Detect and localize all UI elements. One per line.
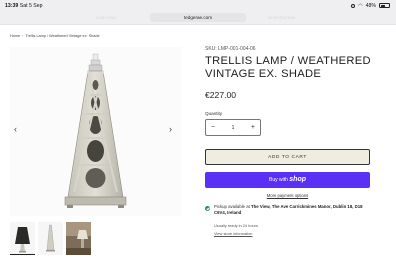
quantity-label: Quantity — [205, 111, 223, 116]
nav-ghost-2: INSPIRATION — [268, 15, 296, 20]
buy-with-shop-button[interactable]: Buy with shop — [205, 172, 370, 188]
nav-ghost-1: LIGHTING — [96, 15, 117, 20]
location-icon — [351, 3, 356, 8]
thumbnail-3[interactable] — [66, 222, 91, 255]
quantity-input[interactable]: 1 — [232, 125, 235, 131]
product-main-image[interactable] — [10, 47, 181, 216]
battery-percent: 48% — [365, 2, 376, 9]
lamp-image — [64, 53, 127, 208]
breadcrumb-separator: › — [22, 34, 24, 38]
browser-url-bar: LIGHTING tedgerae.com INSPIRATION — [0, 11, 396, 25]
add-to-cart-button[interactable]: ADD TO CART — [205, 149, 370, 165]
thumbnail-1[interactable] — [10, 222, 35, 255]
thumbnail-strip — [10, 222, 91, 255]
pickup-prefix: Pickup available at — [214, 204, 250, 209]
wifi-icon: ◠ — [358, 2, 363, 9]
gallery-next-arrow[interactable]: › — [169, 125, 172, 134]
store-info-link[interactable]: View store information — [214, 231, 252, 236]
battery-icon — [379, 3, 390, 9]
pickup-text: Pickup available at The View, The Ave Ca… — [214, 204, 372, 216]
product-title: TRELLIS LAMP / WEATHERED VINTAGE EX. SHA… — [205, 55, 371, 80]
product-price: €227.00 — [205, 90, 237, 100]
buy-with-label: Buy with — [268, 177, 288, 183]
more-payment-options-link[interactable]: More payment options — [205, 193, 370, 198]
quantity-decrease-button[interactable]: − — [211, 124, 215, 131]
thumbnail-2[interactable] — [38, 222, 63, 255]
status-right: ◠ 48% — [351, 3, 390, 9]
breadcrumb-home[interactable]: Home — [10, 34, 20, 38]
check-icon — [205, 206, 210, 211]
quantity-increase-button[interactable]: + — [251, 124, 255, 131]
breadcrumb-current: Trellis Lamp / Weathered Vintage ex. Sha… — [25, 34, 100, 38]
gallery-prev-arrow[interactable]: ‹ — [14, 125, 17, 134]
breadcrumb: Home › Trellis Lamp / Weathered Vintage ex… — [10, 34, 100, 38]
status-time: 13:39 Sat 5 Sep — [5, 3, 43, 9]
quantity-stepper: − 1 + — [205, 119, 261, 136]
pickup-ready-time: Usually ready in 24 hours — [214, 223, 258, 228]
product-sku: SKU: LMP-001-004-06 — [205, 46, 256, 52]
status-bar: 13:39 Sat 5 Sep ◠ 48% — [0, 0, 396, 11]
shop-logo: shop — [289, 176, 307, 183]
url-field[interactable]: tedgerae.com — [150, 12, 246, 22]
